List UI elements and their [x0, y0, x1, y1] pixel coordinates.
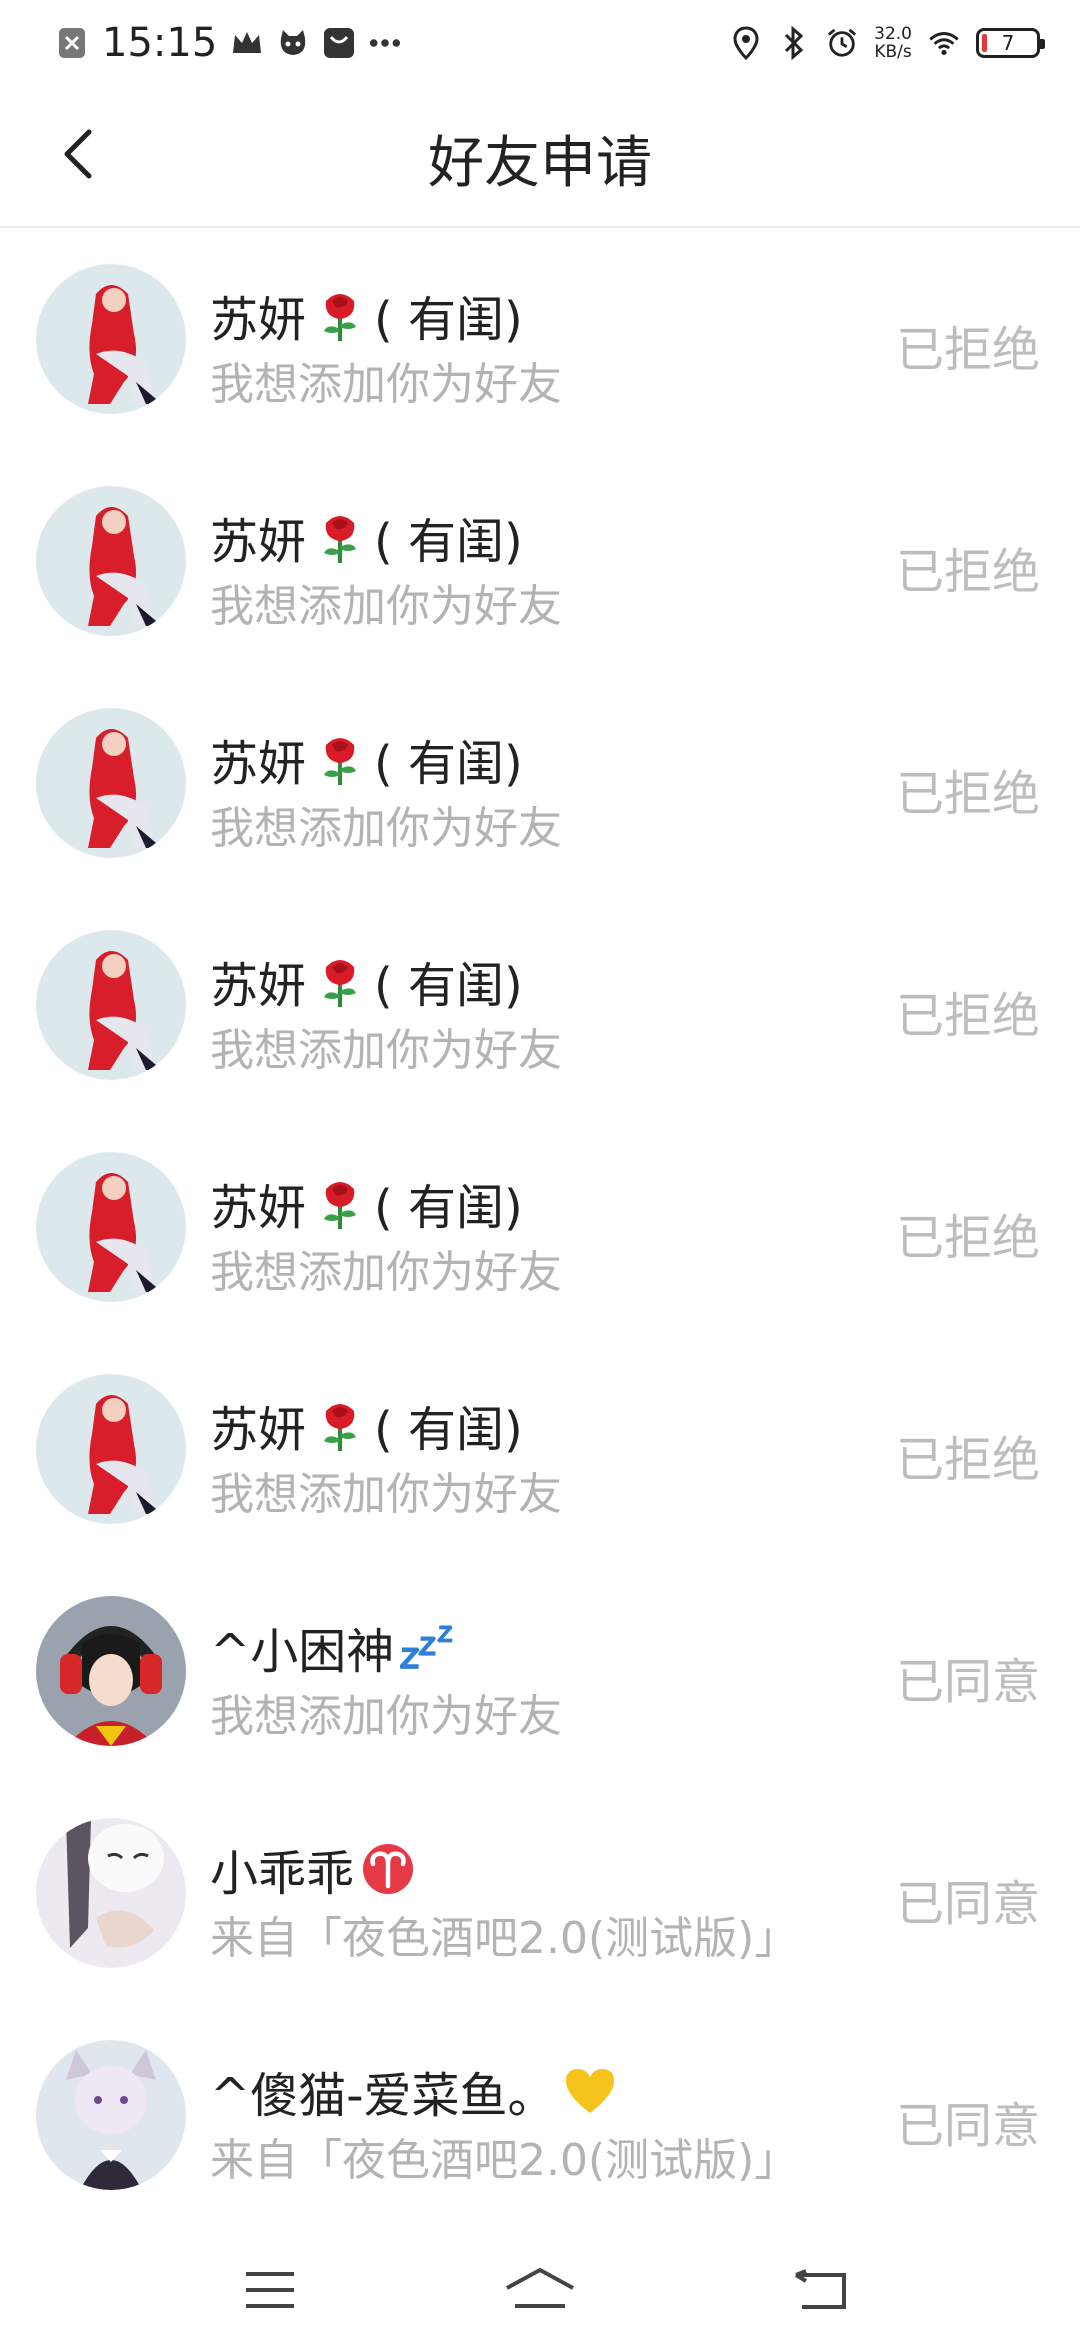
mail-app-icon: [323, 27, 355, 59]
requester-name-line: 小乖乖: [210, 1834, 422, 1904]
requester-name: 苏妍: [210, 736, 307, 792]
avatar[interactable]: [36, 486, 186, 636]
requester-name-suffix: ( 有闺): [374, 1180, 523, 1236]
status-bar: 15:15 32.0 KB/s 7: [0, 0, 1080, 84]
requester-name-line: 苏妍 ( 有闺): [210, 1168, 523, 1238]
rose-emoji-icon: [312, 953, 368, 1009]
request-message: 我想添加你为好友: [210, 359, 562, 410]
friend-request-list: 苏妍( 有闺) 我想添加你为好友 已拒绝 苏妍( 有闺) 我想添加你为好友 已拒绝 苏妍( …: [0, 228, 1080, 2226]
requester-name: ^小困神: [210, 1624, 395, 1680]
avatar[interactable]: [36, 1596, 186, 1746]
sleep-zzz-emoji-icon: [400, 1619, 456, 1675]
friend-request-item[interactable]: ^傻猫-爱菜鱼。来自「夜色酒吧2.0(测试版)」 已同意: [0, 2004, 1080, 2226]
requester-name: 苏妍: [210, 514, 307, 570]
request-status: 已拒绝: [895, 544, 1040, 600]
avatar[interactable]: [36, 1818, 186, 1968]
request-status: 已同意: [895, 1876, 1040, 1932]
avatar[interactable]: [36, 930, 186, 1080]
friend-request-item[interactable]: 小乖乖来自「夜色酒吧2.0(测试版)」 已同意: [0, 1782, 1080, 2004]
request-message: 我想添加你为好友: [210, 1469, 562, 1520]
aries-emoji-icon: [360, 1841, 416, 1897]
requester-name-suffix: ( 有闺): [374, 292, 523, 348]
request-status: 已拒绝: [895, 322, 1040, 378]
request-message: 来自「夜色酒吧2.0(测试版)」: [210, 2135, 799, 2186]
rose-emoji-icon: [312, 509, 368, 565]
location-icon: [730, 26, 762, 60]
network-speed-value: 32.0: [874, 24, 912, 44]
requester-name-line: 苏妍 ( 有闺): [210, 946, 523, 1016]
network-speed: 32.0 KB/s: [874, 25, 912, 61]
avatar[interactable]: [36, 2040, 186, 2190]
friend-request-item[interactable]: ^小困神我想添加你为好友 已同意: [0, 1560, 1080, 1782]
requester-name-line: 苏妍 ( 有闺): [210, 280, 523, 350]
request-message: 我想添加你为好友: [210, 581, 562, 632]
request-message: 来自「夜色酒吧2.0(测试版)」: [210, 1913, 799, 1964]
home-button[interactable]: [500, 2260, 580, 2320]
crown-icon: [231, 27, 263, 59]
requester-name-line: 苏妍 ( 有闺): [210, 724, 523, 794]
yellow-heart-emoji-icon: [562, 2063, 618, 2119]
request-status: 已拒绝: [895, 1210, 1040, 1266]
requester-name: 苏妍: [210, 1402, 307, 1458]
battery-level: 7: [1001, 31, 1015, 55]
menu-button[interactable]: [230, 2260, 310, 2320]
request-status: 已同意: [895, 2098, 1040, 2154]
avatar[interactable]: [36, 264, 186, 414]
friend-request-item[interactable]: 苏妍 ( 有闺) 我想添加你为好友 已拒绝: [0, 228, 1080, 450]
rose-emoji-icon: [312, 731, 368, 787]
requester-name-suffix: ( 有闺): [374, 514, 523, 570]
friend-request-item[interactable]: 苏妍 ( 有闺) 我想添加你为好友 已拒绝: [0, 1116, 1080, 1338]
requester-name: 苏妍: [210, 1180, 307, 1236]
back-nav-button[interactable]: [780, 2260, 860, 2320]
request-status: 已拒绝: [895, 766, 1040, 822]
battery-icon: 7: [976, 28, 1045, 58]
requester-name: ^傻猫-爱菜鱼。: [210, 2068, 556, 2124]
requester-name-line: ^小困神: [210, 1612, 462, 1682]
more-icon: [369, 27, 401, 59]
request-status: 已拒绝: [895, 988, 1040, 1044]
network-speed-unit: KB/s: [874, 42, 912, 62]
requester-name-suffix: ( 有闺): [374, 958, 523, 1014]
rose-emoji-icon: [312, 1175, 368, 1231]
status-time: 15:15: [102, 20, 218, 66]
requester-name: 小乖乖: [210, 1846, 355, 1902]
wifi-icon: [928, 27, 960, 59]
avatar[interactable]: [36, 708, 186, 858]
avatar[interactable]: [36, 1152, 186, 1302]
notification-close-icon: [56, 27, 88, 59]
request-status: 已拒绝: [895, 1432, 1040, 1488]
request-message: 我想添加你为好友: [210, 803, 562, 854]
request-status: 已同意: [895, 1654, 1040, 1710]
friend-request-item[interactable]: 苏妍 ( 有闺) 我想添加你为好友 已拒绝: [0, 450, 1080, 672]
requester-name-line: ^傻猫-爱菜鱼。: [210, 2056, 624, 2126]
menu-icon: [246, 2272, 294, 2308]
request-message: 我想添加你为好友: [210, 1025, 562, 1076]
requester-name-line: 苏妍 ( 有闺): [210, 502, 523, 572]
friend-request-item[interactable]: 苏妍 ( 有闺) 我想添加你为好友 已拒绝: [0, 1338, 1080, 1560]
requester-name-suffix: ( 有闺): [374, 736, 523, 792]
page-title: 好友申请: [428, 131, 652, 196]
requester-name-line: 苏妍 ( 有闺): [210, 1390, 523, 1460]
alarm-icon: [826, 27, 858, 59]
back-icon: [794, 2269, 846, 2309]
request-message: 我想添加你为好友: [210, 1247, 562, 1298]
rose-emoji-icon: [312, 287, 368, 343]
requester-name: 苏妍: [210, 958, 307, 1014]
home-icon: [506, 2267, 574, 2308]
friend-request-item[interactable]: 苏妍 ( 有闺) 我想添加你为好友 已拒绝: [0, 672, 1080, 894]
bluetooth-icon: [778, 26, 810, 60]
cat-app-icon: [277, 27, 309, 59]
request-message: 我想添加你为好友: [210, 1691, 562, 1742]
avatar[interactable]: [36, 1374, 186, 1524]
requester-name-suffix: ( 有闺): [374, 1402, 523, 1458]
top-app-bar: 好友申请: [0, 84, 1080, 228]
requester-name: 苏妍: [210, 292, 307, 348]
rose-emoji-icon: [312, 1397, 368, 1453]
friend-request-item[interactable]: 苏妍 ( 有闺) 我想添加你为好友 已拒绝: [0, 894, 1080, 1116]
system-nav-bar: [0, 2220, 1080, 2340]
